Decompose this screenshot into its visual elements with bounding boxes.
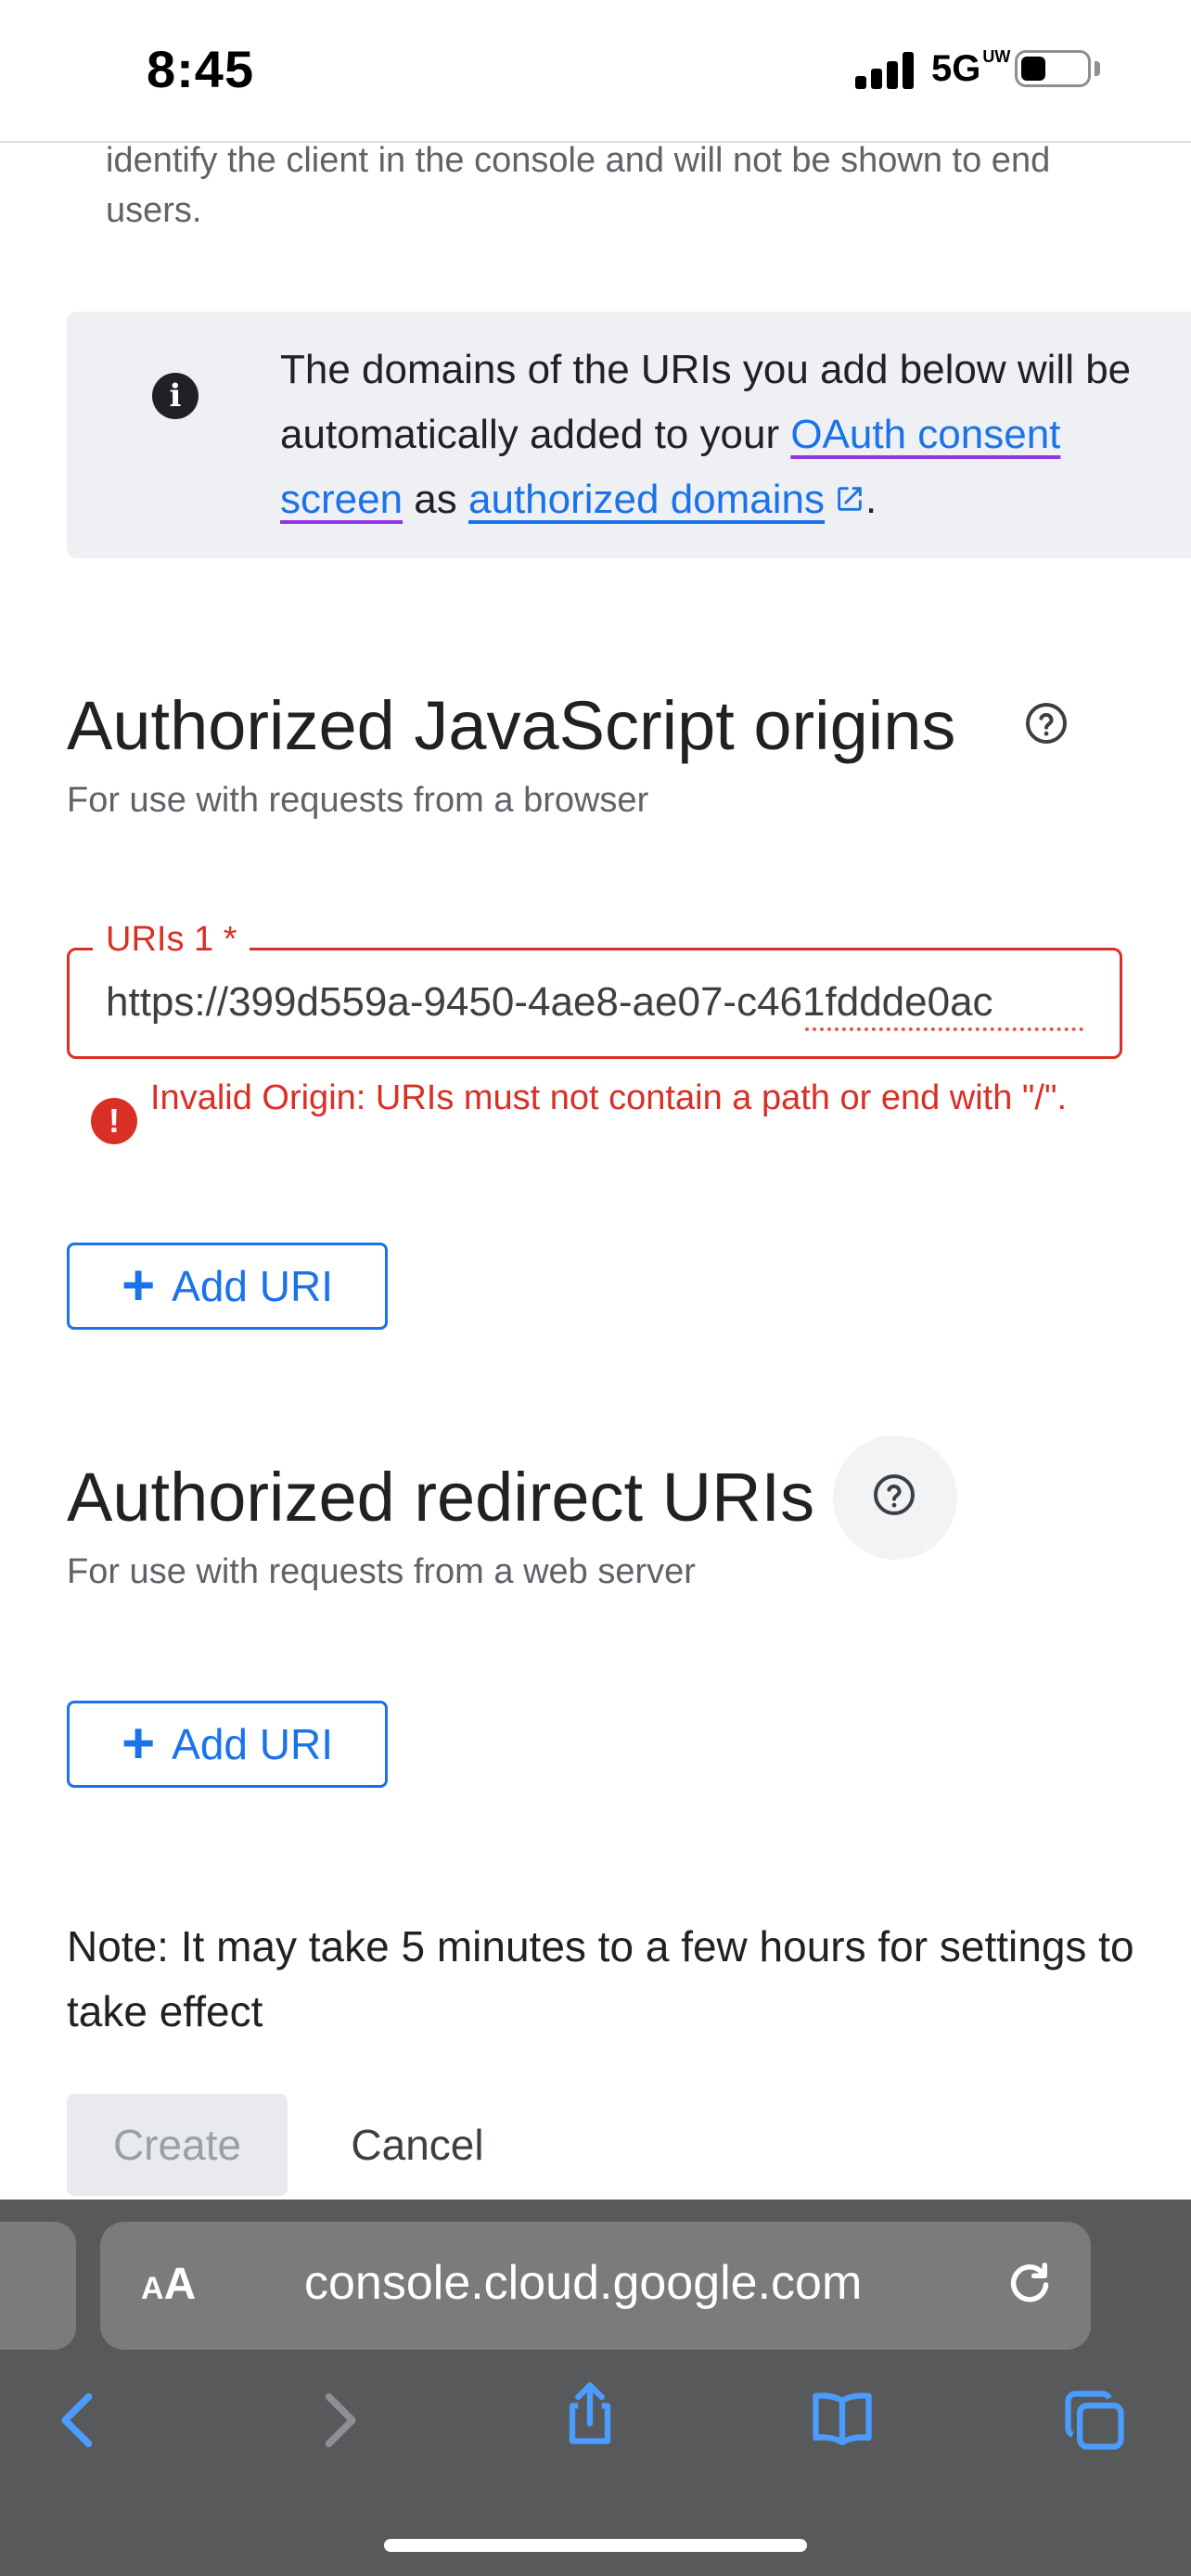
oauth-consent-screen-link[interactable]: screen	[280, 477, 403, 522]
plus-icon: +	[121, 1712, 156, 1776]
reload-icon[interactable]	[1002, 2257, 1057, 2313]
settings-note: Note: It may take 5 minutes to a few hou…	[67, 1922, 1134, 2035]
info-line-2: automatically added to your OAuth consen…	[280, 402, 1191, 467]
uri-field-label: URIs 1 *	[93, 920, 250, 960]
page-settings-button[interactable]: AA	[141, 2259, 196, 2310]
info-icon: i	[152, 373, 198, 419]
share-icon[interactable]	[555, 2379, 625, 2450]
oauth-consent-link[interactable]: OAuth consent	[790, 412, 1060, 457]
spellcheck-underline	[805, 1024, 1083, 1031]
bookmarks-icon[interactable]	[807, 2383, 877, 2454]
battery-icon	[1015, 50, 1091, 87]
url-text[interactable]: console.cloud.google.com	[304, 2255, 862, 2311]
add-js-origin-uri-button[interactable]: + Add URI	[67, 1243, 388, 1330]
js-origins-title: Authorized JavaScript origins	[67, 687, 956, 764]
redirect-uris-title: Authorized redirect URIs	[67, 1459, 815, 1536]
info-box-text: The domains of the URIs you add below wi…	[280, 338, 1191, 532]
aa-large: A	[163, 2260, 197, 2309]
forward-icon[interactable]	[302, 2385, 373, 2455]
info-as-text: as	[403, 477, 468, 522]
battery-tip	[1095, 61, 1100, 76]
create-button[interactable]: Create	[67, 2094, 288, 2196]
tabs-icon[interactable]	[1059, 2385, 1130, 2455]
info-line-1: The domains of the URIs you add below wi…	[280, 347, 1132, 392]
info-line-3: screen as authorized domains.	[280, 467, 1191, 532]
add-uri-label: Add URI	[172, 1720, 334, 1768]
home-indicator[interactable]	[384, 2539, 807, 2552]
cancel-button[interactable]: Cancel	[334, 2094, 501, 2196]
external-link-icon[interactable]	[834, 483, 865, 515]
redirect-uris-subtitle: For use with requests from a web server	[67, 1552, 696, 1591]
js-origins-subtitle: For use with requests from a browser	[67, 781, 649, 820]
info-period: .	[865, 477, 877, 522]
authorized-domains-link[interactable]: authorized domains	[468, 477, 825, 522]
help-icon[interactable]	[1024, 701, 1069, 746]
error-icon: !	[91, 1098, 137, 1144]
info-line-2-text: automatically added to your	[280, 412, 791, 457]
cellular-signal-icon	[855, 52, 920, 89]
previous-tab-preview[interactable]	[0, 2222, 76, 2350]
status-bar: 8:45 5G UW	[0, 0, 1191, 143]
plus-icon: +	[121, 1254, 156, 1318]
uri-error-message: Invalid Origin: URIs must not contain a …	[150, 1078, 1067, 1117]
back-icon[interactable]	[45, 2385, 115, 2455]
client-name-description: identify the client in the console and w…	[106, 141, 1051, 230]
help-icon[interactable]	[872, 1473, 916, 1517]
clock: 8:45	[147, 40, 255, 98]
network-type: 5G UW	[931, 47, 1011, 89]
aa-small: A	[141, 2271, 164, 2306]
add-redirect-uri-button[interactable]: + Add URI	[67, 1701, 388, 1788]
add-uri-label: Add URI	[172, 1262, 334, 1310]
